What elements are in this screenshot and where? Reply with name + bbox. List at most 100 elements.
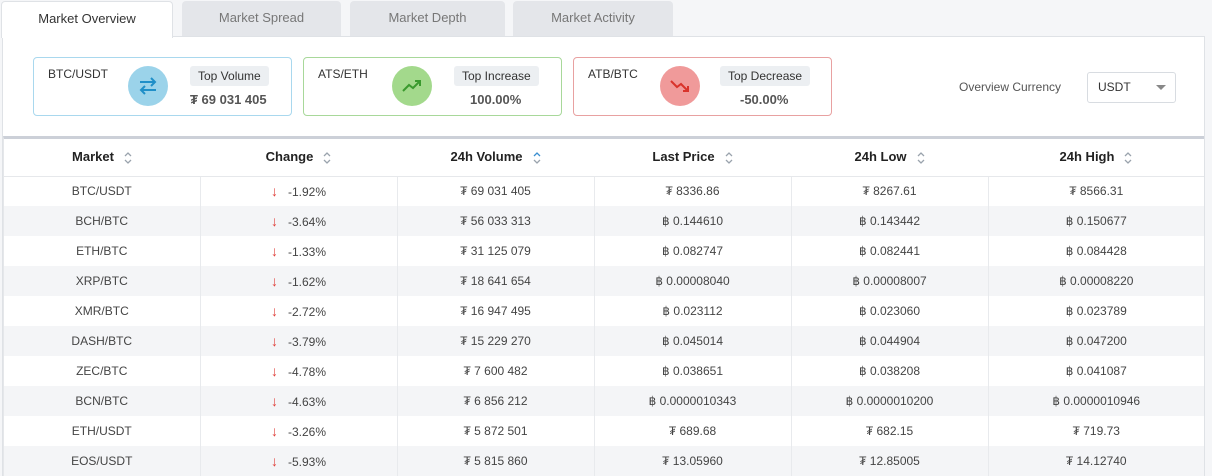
cell-value: ₮ 69 031 405	[460, 184, 531, 199]
cell-value: ฿ 0.00008007	[852, 274, 927, 288]
cell-last-price: ฿ 0.144610	[594, 206, 792, 236]
cell-value: ฿ 0.023112	[662, 304, 723, 318]
cell-market: ZEC/BTC	[4, 356, 201, 386]
cell-24h-low: ฿ 0.044904	[791, 326, 989, 356]
top-volume-card[interactable]: BTC/USDT Top Volume ₮ 69 031 405	[33, 57, 292, 116]
cell-value: ฿ 0.0000010946	[1052, 394, 1141, 408]
cell-last-price: ฿ 0.045014	[594, 326, 792, 356]
cell-market: DASH/BTC	[4, 326, 201, 356]
cell-24h-volume: ₮ 18 641 654	[397, 266, 595, 296]
tab-market-spread[interactable]: Market Spread	[182, 1, 341, 37]
table-row[interactable]: XRP/BTC ↓ -1.62% ₮ 18 641 654 ฿ 0.00008040 ฿ …	[4, 266, 1204, 296]
cell-24h-low: ฿ 0.0000010200	[791, 386, 989, 416]
sort-icon[interactable]	[124, 151, 132, 165]
cell-last-price: ₮ 689.68	[594, 416, 792, 446]
cell-value: ฿ 0.082747	[661, 244, 724, 258]
cell-value: ₮ 12.85005	[859, 454, 920, 468]
cell-value: ฿ 0.023060	[858, 304, 921, 318]
cell-change: ↓ -3.64%	[200, 206, 398, 236]
table-row[interactable]: BCN/BTC ↓ -4.63% ₮ 6 856 212 ฿ 0.0000010343 ฿…	[4, 386, 1204, 416]
cell-value: ฿ 0.038651	[661, 364, 724, 378]
header-change[interactable]: Change	[200, 139, 397, 177]
arrow-down-icon: ↓	[270, 393, 278, 409]
cell-24h-high: ฿ 0.023789	[988, 296, 1204, 326]
cell-24h-high: ₮ 719.73	[988, 416, 1204, 446]
cell-value: ₮ 5 815 860	[463, 454, 528, 468]
cell-change: ↓ -1.92%	[200, 176, 398, 206]
table-row[interactable]: ZEC/BTC ↓ -4.78% ₮ 7 600 482 ฿ 0.038651 ฿ 0.0…	[4, 356, 1204, 386]
top-increase-card[interactable]: ATS/ETH Top Increase 100.00%	[303, 57, 562, 116]
card-badge: Top Decrease	[720, 66, 811, 86]
header-market[interactable]: Market	[4, 139, 200, 177]
cell-value: ₮ 8336.86	[665, 184, 720, 199]
arrow-down-icon: ↓	[270, 183, 278, 200]
table-row[interactable]: ETH/BTC ↓ -1.33% ₮ 31 125 079 ฿ 0.082747 ฿ 0.…	[4, 236, 1204, 266]
cell-value: ₮ 13.05960	[662, 454, 723, 468]
card-value: ₮ 69 031 405	[190, 92, 267, 107]
cell-value: BCH/BTC	[75, 214, 129, 228]
sort-icon[interactable]	[1124, 151, 1132, 165]
table-row[interactable]: BCH/BTC ↓ -3.64% ₮ 56 033 313 ฿ 0.144610 ฿ 0.…	[4, 206, 1204, 236]
cell-last-price: ฿ 0.038651	[594, 356, 792, 386]
cell-market: BTC/USDT	[4, 176, 201, 206]
cell-market: XRP/BTC	[4, 266, 201, 296]
sort-icon[interactable]	[533, 151, 541, 165]
cell-24h-low: ₮ 8267.61	[791, 176, 989, 206]
top-decrease-card[interactable]: ATB/BTC Top Decrease -50.00%	[573, 57, 832, 116]
cell-24h-volume: ₮ 16 947 495	[397, 296, 595, 326]
cell-value: ฿ 0.047200	[1065, 334, 1127, 348]
cell-value: ₮ 18 641 654	[460, 274, 531, 288]
cell-24h-high: ฿ 0.047200	[988, 326, 1204, 356]
arrow-down-icon: ↓	[270, 423, 278, 439]
cell-24h-low: ฿ 0.00008007	[791, 266, 989, 296]
trend-up-icon	[392, 66, 432, 106]
cell-change: ↓ -3.79%	[200, 326, 398, 356]
cell-last-price: ₮ 8336.86	[594, 176, 792, 206]
cell-value: ฿ 0.041087	[1065, 364, 1127, 378]
tab-market-activity[interactable]: Market Activity	[513, 1, 673, 37]
cell-change: ↓ -1.62%	[200, 266, 398, 296]
cell-change: ↓ -1.33%	[200, 236, 398, 266]
cell-value: ฿ 0.082441	[858, 244, 921, 258]
tab-market-overview[interactable]: Market Overview	[1, 1, 173, 38]
selected-currency: USDT	[1098, 80, 1131, 94]
cell-value: ETH/USDT	[71, 424, 132, 438]
cell-24h-high: ฿ 0.150677	[988, 206, 1204, 236]
cell-value: ฿ 0.038208	[858, 364, 921, 378]
header-24h-high[interactable]: 24h High	[988, 139, 1204, 177]
cell-value: ฿ 0.144610	[661, 214, 724, 228]
sort-icon[interactable]	[917, 151, 925, 165]
cell-24h-low: ฿ 0.143442	[791, 206, 989, 236]
cell-value: ฿ 0.023789	[1065, 304, 1127, 318]
cell-value: ₮ 719.73	[1072, 424, 1120, 438]
table-row[interactable]: ETH/USDT ↓ -3.26% ₮ 5 872 501 ₮ 689.68 ₮ 682.…	[4, 416, 1204, 446]
cell-market: EOS/USDT	[4, 446, 201, 476]
header-label: Change	[265, 149, 314, 165]
cell-last-price: ฿ 0.023112	[594, 296, 792, 326]
overview-panel: BTC/USDT Top Volume ₮ 69 031 405 ATS/ETH…	[2, 36, 1205, 476]
sort-icon[interactable]	[725, 151, 733, 165]
cell-24h-high: ฿ 0.00008220	[988, 266, 1204, 296]
table-row[interactable]: BTC/USDT ↓ -1.92% ₮ 69 031 405 ₮ 8336.86 ₮ 82…	[4, 176, 1204, 206]
cell-last-price: ฿ 0.00008040	[594, 266, 792, 296]
header-24h-volume[interactable]: 24h Volume	[397, 139, 594, 177]
cell-last-price: ฿ 0.082747	[594, 236, 792, 266]
cell-value: ₮ 5 872 501	[463, 424, 528, 438]
cell-value: ฿ 0.0000010343	[648, 394, 737, 408]
table-row[interactable]: DASH/BTC ↓ -3.79% ₮ 15 229 270 ฿ 0.045014 ฿ 0…	[4, 326, 1204, 356]
header-last-price[interactable]: Last Price	[594, 139, 791, 177]
tab-market-depth[interactable]: Market Depth	[350, 1, 505, 37]
arrow-down-icon: ↓	[270, 363, 278, 379]
card-badge: Top Volume	[190, 66, 269, 86]
table-row[interactable]: XMR/BTC ↓ -2.72% ₮ 16 947 495 ฿ 0.023112 ฿ 0.…	[4, 296, 1204, 326]
swap-icon	[128, 66, 168, 106]
cell-value: ₮ 31 125 079	[460, 244, 531, 258]
cell-24h-low: ฿ 0.023060	[791, 296, 989, 326]
sort-icon[interactable]	[323, 151, 331, 165]
table-row[interactable]: EOS/USDT ↓ -5.93% ₮ 5 815 860 ₮ 13.05960 ₮ 12…	[4, 446, 1204, 476]
cell-24h-low: ฿ 0.038208	[791, 356, 989, 386]
cell-value: -4.78%	[287, 365, 327, 379]
cell-24h-volume: ₮ 6 856 212	[397, 386, 595, 416]
header-24h-low[interactable]: 24h Low	[791, 139, 988, 177]
overview-currency-select[interactable]: USDT	[1087, 72, 1176, 103]
